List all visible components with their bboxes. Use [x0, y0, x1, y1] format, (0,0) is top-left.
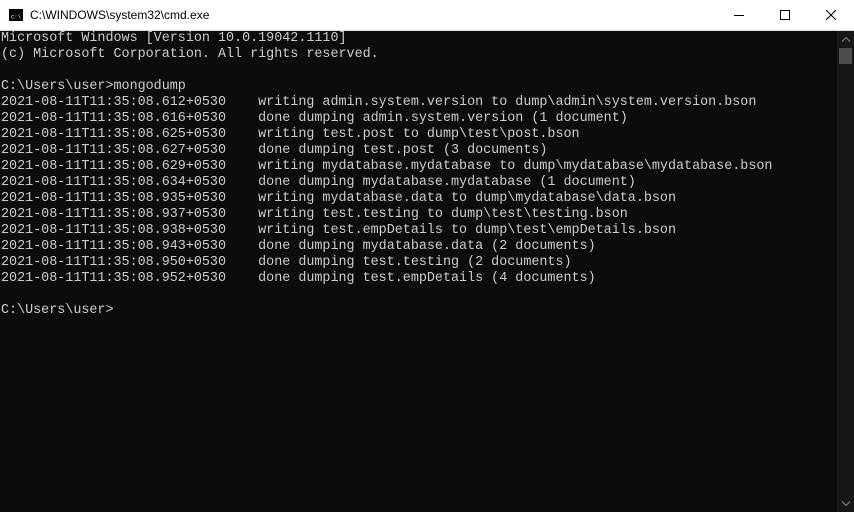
console-line: 2021-08-11T11:35:08.616+0530 done dumpin…: [1, 111, 628, 126]
close-button[interactable]: [808, 0, 854, 30]
console-text: Microsoft Windows [Version 10.0.19042.11…: [0, 31, 837, 319]
console-line: 2021-08-11T11:35:08.938+0530 writing tes…: [1, 223, 676, 238]
window-title: C:\WINDOWS\system32\cmd.exe: [30, 8, 210, 22]
scroll-up-button[interactable]: [837, 31, 854, 48]
console-line: 2021-08-11T11:35:08.952+0530 done dumpin…: [1, 271, 596, 286]
console-line: 2021-08-11T11:35:08.612+0530 writing adm…: [1, 95, 757, 110]
console-prompt-line: C:\Users\user>: [1, 303, 114, 318]
console-line: 2021-08-11T11:35:08.634+0530 done dumpin…: [1, 175, 636, 190]
console-line: 2021-08-11T11:35:08.950+0530 done dumpin…: [1, 255, 572, 270]
title-bar[interactable]: C:\ C:\WINDOWS\system32\cmd.exe: [0, 0, 854, 31]
console-line: 2021-08-11T11:35:08.627+0530 done dumpin…: [1, 143, 548, 158]
maximize-icon: [780, 10, 790, 20]
svg-text:C:\: C:\: [11, 14, 21, 21]
minimize-button[interactable]: [716, 0, 762, 30]
vertical-scrollbar[interactable]: [837, 31, 854, 512]
console-line: (c) Microsoft Corporation. All rights re…: [1, 47, 379, 62]
maximize-button[interactable]: [762, 0, 808, 30]
console-line: C:\Users\user>mongodump: [1, 79, 186, 94]
scroll-down-button[interactable]: [837, 495, 854, 512]
console-output[interactable]: Microsoft Windows [Version 10.0.19042.11…: [0, 31, 837, 512]
minimize-icon: [734, 15, 744, 16]
chevron-up-icon: [841, 37, 850, 42]
console-line: 2021-08-11T11:35:08.943+0530 done dumpin…: [1, 239, 596, 254]
console-line: Microsoft Windows [Version 10.0.19042.11…: [1, 31, 347, 46]
close-icon: [826, 10, 836, 20]
console-line: 2021-08-11T11:35:08.625+0530 writing tes…: [1, 127, 580, 142]
console-line: 2021-08-11T11:35:08.935+0530 writing myd…: [1, 191, 676, 206]
console-line: 2021-08-11T11:35:08.629+0530 writing myd…: [1, 159, 773, 174]
scroll-thumb[interactable]: [839, 48, 852, 64]
cmd-window: C:\ C:\WINDOWS\system32\cmd.exe Microsof…: [0, 0, 854, 512]
cmd-icon: C:\: [9, 9, 23, 21]
console-line: 2021-08-11T11:35:08.937+0530 writing tes…: [1, 207, 628, 222]
chevron-down-icon: [841, 501, 850, 506]
